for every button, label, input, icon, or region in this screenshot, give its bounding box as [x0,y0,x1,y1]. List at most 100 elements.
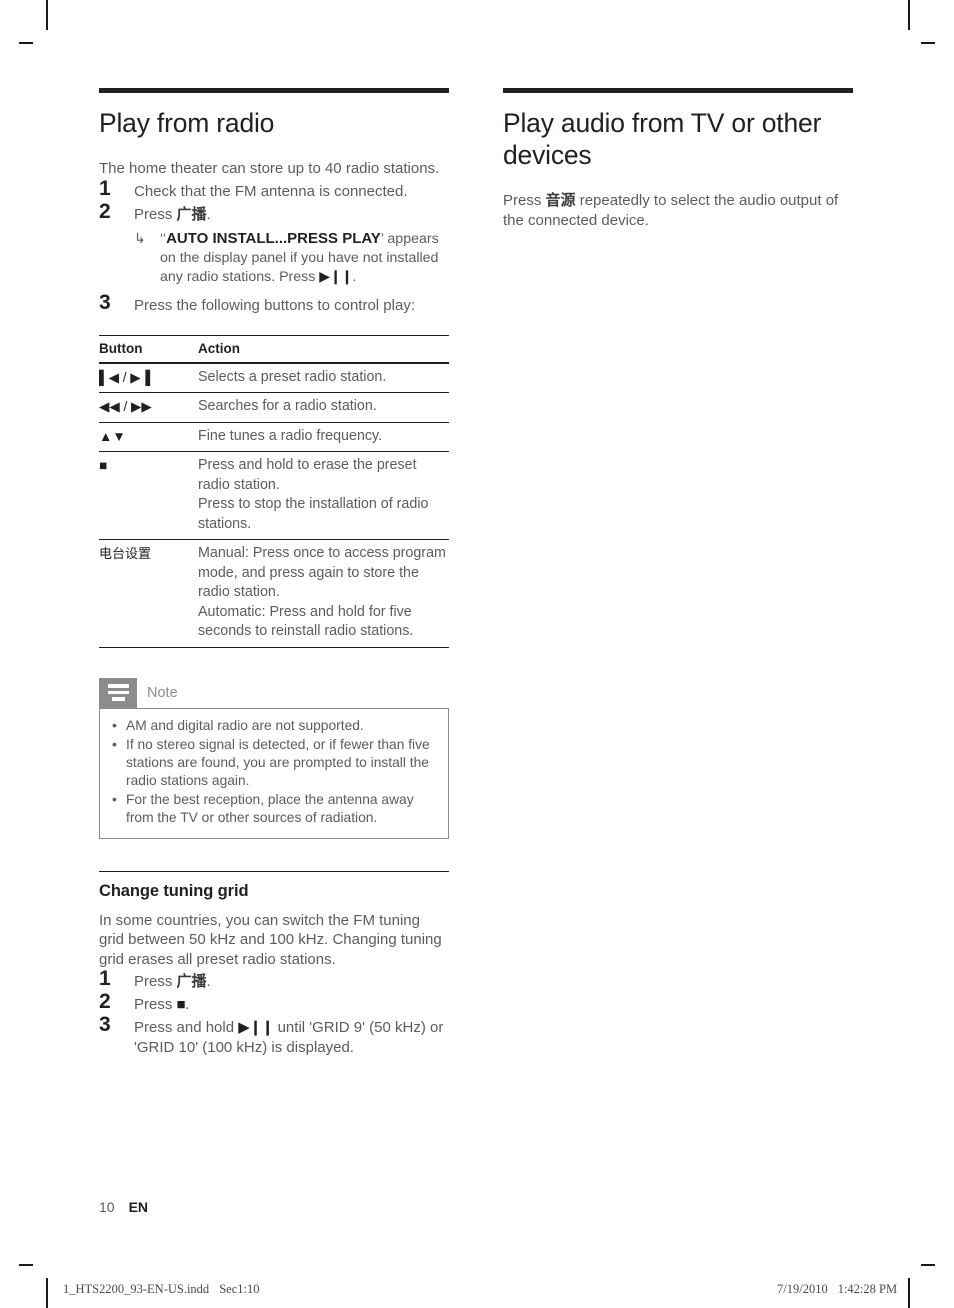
print-mark-file: 1_HTS2200_93-EN-US.indd Sec1:10 [63,1282,259,1297]
step-text: Press and hold ▶❙❙ until 'GRID 9' (50 kH… [134,1017,449,1058]
note-list: AM and digital radio are not supported. … [110,716,438,827]
step-text: Press the following buttons to control p… [134,296,415,314]
action-line: Fine tunes a radio frequency. [198,427,383,444]
table-row: 电台设置 Manual: Press once to access progra… [99,539,449,648]
column-header-action: Action [198,334,449,364]
step-item: 3 Press the following buttons to control… [99,291,449,317]
action-line: Press and hold to erase the preset radio… [198,457,417,493]
print-section-page: Sec1:10 [219,1282,260,1296]
up-down-icon: ▲▼ [99,428,126,444]
list-item: For the best reception, place the antenn… [110,790,438,827]
rewind-forward-icon: ◀◀ / ▶▶ [99,399,152,414]
table-head: Button Action [99,334,449,364]
table-row: ▲▼ Fine tunes a radio frequency. [99,422,449,452]
radio-steps-list: 1 Check that the FM antenna is connected… [99,177,449,317]
play-pause-icon: ▶❙❙ [319,268,353,285]
language-code: EN [128,1199,149,1215]
section-rule [99,88,449,93]
table-header-row: Button Action [99,334,449,364]
list-item: AM and digital radio are not supported. [110,716,438,735]
crop-mark-bottom-left-vertical [46,1278,48,1308]
cell-button: ◀◀ / ▶▶ [99,392,198,423]
step-number: 3 [99,290,111,314]
step-text-prefix: Press [134,973,177,991]
step-text-suffix: . [185,996,190,1014]
step-text-suffix: . [206,973,211,991]
left-column: Play from radio The home theater can sto… [99,88,449,1059]
step-number: 1 [99,967,111,991]
display-panel-message: AUTO INSTALL...PRESS PLAY [166,229,381,247]
step-item: 1 Press 广播. [99,967,449,993]
manual-page: Play from radio The home theater can sto… [0,0,954,1308]
action-line: Selects a preset radio station. [198,368,387,385]
crop-mark-top-right-horizontal [921,42,935,44]
result-period: . [352,268,357,285]
action-line: Automatic: Press and hold for five secon… [198,603,414,640]
section-paragraph: Press 音源 repeatedly to select the audio … [503,191,853,230]
tuning-grid-steps-list: 1 Press 广播. 2 Press ■. 3 Press and hold … [99,967,449,1058]
cell-button: ■ [99,451,198,540]
intro-paragraph: The home theater can store up to 40 radi… [99,160,440,177]
table-row: ■ Press and hold to erase the preset rad… [99,451,449,540]
note-tab: Note [99,677,449,708]
table-body: ▌◀ / ▶▐ Selects a preset radio station. … [99,362,449,648]
stop-icon: ■ [176,996,186,1014]
page-title: Play from radio [99,108,275,138]
step-text-prefix: Press [134,996,177,1014]
radio-button-label-cjk: 广播 [176,205,207,223]
subsection-change-tuning-grid: Change tuning grid In some countries, yo… [99,870,449,1059]
step-number: 2 [99,199,111,223]
stop-icon: ■ [99,458,108,473]
page-number: 10 [99,1199,115,1215]
step-text-prefix: Press [134,205,177,223]
subsection-rule [99,870,449,872]
crop-mark-top-right-vertical [908,0,910,30]
step-item: 2 Press ■. [99,990,449,1016]
page-footer: 10 EN [99,1199,148,1215]
step-result: ↳ ‘‘AUTO INSTALL...PRESS PLAY’ appears o… [134,229,449,287]
step-number: 3 [99,1013,111,1037]
step-text: Check that the FM antenna is connected. [134,182,408,200]
note-label: Note [147,684,178,701]
step-item: 1 Check that the FM antenna is connected… [99,177,449,203]
action-line: Searches for a radio station. [198,398,377,414]
station-setting-button-label: 电台设置 [99,546,152,561]
step-item: 2 Press 广播. ↳ ‘‘AUTO INSTALL...PRESS PLA… [99,200,449,287]
action-line: Press to stop the installation of radio … [198,496,429,532]
cell-button: 电台设置 [99,539,198,648]
cell-action: Press and hold to erase the preset radio… [198,451,449,540]
step-text-suffix: . [206,205,211,223]
print-mark-timestamp: 7/19/2010 1:42:28 PM [777,1282,897,1297]
subsection-intro: In some countries, you can switch the FM… [99,911,442,968]
down-right-arrow-icon: ↳ [134,229,146,246]
result-text: ‘‘AUTO INSTALL...PRESS PLAY’ appears on … [160,229,449,287]
note-box: Note AM and digital radio are not suppor… [99,677,449,839]
play-pause-icon: ▶❙❙ [238,1019,274,1037]
step-text-prefix: Press and hold [134,1019,239,1037]
crop-mark-bottom-left-horizontal [19,1264,33,1266]
crop-mark-bottom-right-vertical [908,1278,910,1308]
button-action-table: Button Action ▌◀ / ▶▐ Selects a preset r… [99,334,449,648]
paragraph-prefix: Press [503,192,546,209]
step-number: 1 [99,176,111,200]
section-rule [503,88,853,93]
step-item: 3 Press and hold ▶❙❙ until 'GRID 9' (50 … [99,1013,449,1058]
cell-button: ▌◀ / ▶▐ [99,362,198,393]
table-row: ▌◀ / ▶▐ Selects a preset radio station. [99,362,449,393]
table-row: ◀◀ / ▶▶ Searches for a radio station. [99,392,449,423]
print-time: 1:42:28 PM [837,1282,898,1296]
cell-action: Manual: Press once to access program mod… [198,539,449,648]
section-title: Play audio from TV or other devices [503,108,822,170]
cell-action: Selects a preset radio station. [198,362,449,393]
step-number: 2 [99,990,111,1014]
action-line: Manual: Press once to access program mod… [198,545,446,600]
crop-mark-top-left-horizontal [19,42,33,44]
cell-action: Fine tunes a radio frequency. [198,422,449,452]
print-date: 7/19/2010 [777,1282,828,1296]
crop-mark-top-left-vertical [46,0,48,30]
step-text: Press ■. [134,994,449,1015]
step-text: Press 广播. [134,204,449,225]
source-button-label-cjk: 音源 [545,192,576,209]
column-header-button: Button [99,334,198,364]
note-lines-icon [99,677,137,708]
